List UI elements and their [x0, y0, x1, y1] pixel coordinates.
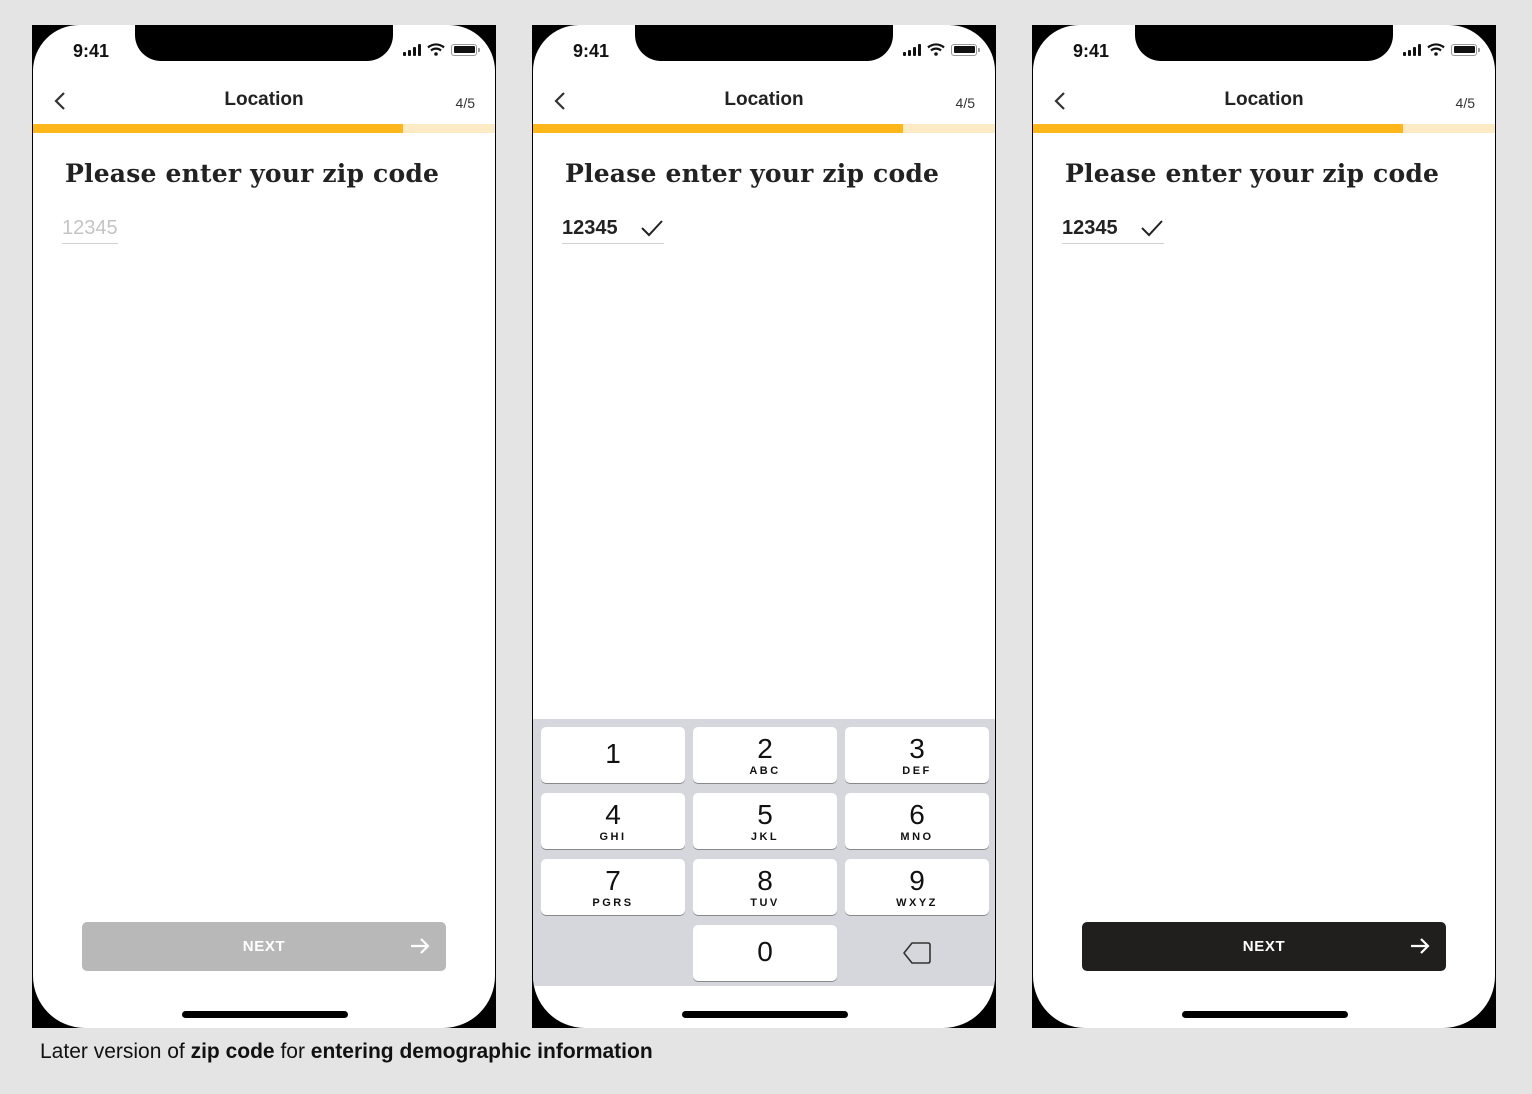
progress-bar: [533, 124, 995, 133]
progress-fill: [533, 124, 903, 133]
next-button[interactable]: NEXT: [1082, 922, 1446, 971]
signal-icon: [903, 43, 921, 56]
caption-bold: entering demographic information: [310, 1040, 653, 1063]
figure-caption: Later version of zip code for entering d…: [40, 1040, 653, 1064]
battery-icon: [451, 43, 480, 56]
key-digit: 2: [757, 733, 773, 764]
status-time: 9:41: [573, 41, 610, 61]
key-blank: [541, 925, 685, 981]
key-2[interactable]: 2 ABC: [693, 727, 837, 783]
next-button[interactable]: NEXT: [82, 922, 446, 971]
notch: [635, 25, 893, 61]
page-heading: Please enter your zip code: [65, 159, 440, 188]
zip-code-input[interactable]: 12345: [62, 213, 118, 244]
screen: 9:41 Location 4/5 Please enter your zip …: [533, 25, 995, 1028]
key-letters: ABC: [749, 765, 781, 777]
wifi-icon: [427, 43, 445, 56]
key-letters: TUV: [750, 897, 780, 909]
key-letters: PGRS: [592, 897, 634, 909]
key-digit: 1: [605, 738, 621, 769]
key-digit: 9: [909, 865, 925, 896]
key-8[interactable]: 8 TUV: [693, 859, 837, 915]
page-heading: Please enter your zip code: [565, 159, 940, 188]
zip-value: 12345: [1062, 216, 1118, 239]
progress-fill: [33, 124, 403, 133]
notch: [1135, 25, 1393, 61]
key-6[interactable]: 6 MNO: [845, 793, 989, 849]
key-digit: 7: [605, 865, 621, 896]
nav-bar: Location 4/5: [33, 85, 495, 125]
phone-screen-empty: 9:41 Location 4/5 Please enter your zip …: [32, 25, 496, 1028]
arrow-right-icon: [411, 938, 430, 954]
zip-placeholder: 12345: [62, 216, 118, 239]
key-letters: JKL: [750, 831, 780, 843]
nav-title: Location: [224, 89, 304, 110]
phone-screen-keypad: 9:41 Location 4/5 Please enter your zip …: [532, 25, 996, 1028]
next-label: NEXT: [242, 938, 286, 955]
key-9[interactable]: 9 WXYZ: [845, 859, 989, 915]
battery-icon: [1451, 43, 1480, 56]
progress-fill: [1033, 124, 1403, 133]
backspace-icon: [903, 942, 931, 964]
key-4[interactable]: 4 GHI: [541, 793, 685, 849]
key-1[interactable]: 1: [541, 727, 685, 783]
progress-bar: [33, 124, 495, 133]
status-icons: [903, 43, 980, 56]
phone-screen-filled: 9:41 Location 4/5 Please enter your zip …: [1032, 25, 1496, 1028]
status-icons: [403, 43, 480, 56]
key-digit: 0: [757, 936, 773, 967]
home-indicator[interactable]: [1182, 1011, 1348, 1018]
numeric-keypad: 1 2 ABC 3 DEF 4 GHI 5 JKL 6 MNO 7 PGRS 8 TUV 9W…: [533, 719, 995, 986]
nav-bar: Location 4/5: [533, 85, 995, 125]
key-digit: 5: [757, 799, 773, 830]
arrow-right-icon: [1411, 938, 1430, 954]
status-time: 9:41: [73, 41, 110, 61]
home-indicator[interactable]: [682, 1011, 848, 1018]
caption-text: Later version of: [40, 1040, 191, 1063]
key-letters: MNO: [900, 831, 934, 843]
page-heading: Please enter your zip code: [1065, 159, 1440, 188]
wifi-icon: [1427, 43, 1445, 56]
key-letters: WXYZ: [896, 897, 938, 909]
key-5[interactable]: 5 JKL: [693, 793, 837, 849]
caption-text: for: [274, 1040, 311, 1063]
nav-title: Location: [724, 89, 804, 110]
key-7[interactable]: 7 PGRS: [541, 859, 685, 915]
wifi-icon: [927, 43, 945, 56]
key-digit: 4: [605, 799, 621, 830]
nav-title: Location: [1224, 89, 1304, 110]
progress-bar: [1033, 124, 1495, 133]
next-label: NEXT: [1242, 938, 1286, 955]
status-time: 9:41: [1073, 41, 1110, 61]
delete-key[interactable]: [845, 925, 989, 981]
screen: 9:41 Location 4/5 Please enter your zip …: [33, 25, 495, 1028]
battery-icon: [951, 43, 980, 56]
screen: 9:41 Location 4/5 Please enter your zip …: [1033, 25, 1495, 1028]
step-indicator: 4/5: [1455, 95, 1475, 111]
key-digit: 8: [757, 865, 773, 896]
signal-icon: [1403, 43, 1421, 56]
status-icons: [1403, 43, 1480, 56]
step-indicator: 4/5: [955, 95, 975, 111]
zip-value: 12345: [562, 216, 618, 239]
key-digit: 3: [909, 733, 925, 764]
key-letters: DEF: [902, 765, 932, 777]
checkmark-icon: [640, 220, 663, 237]
home-indicator[interactable]: [182, 1011, 348, 1018]
key-letters: GHI: [599, 831, 627, 843]
zip-code-input[interactable]: 12345: [1062, 213, 1164, 244]
key-0[interactable]: 0: [693, 925, 837, 981]
key-digit: 6: [909, 799, 925, 830]
checkmark-icon: [1140, 220, 1163, 237]
nav-bar: Location 4/5: [1033, 85, 1495, 125]
signal-icon: [403, 43, 421, 56]
notch: [135, 25, 393, 61]
step-indicator: 4/5: [455, 95, 475, 111]
key-3[interactable]: 3 DEF: [845, 727, 989, 783]
caption-bold: zip code: [190, 1040, 275, 1063]
zip-code-input[interactable]: 12345: [562, 213, 664, 244]
